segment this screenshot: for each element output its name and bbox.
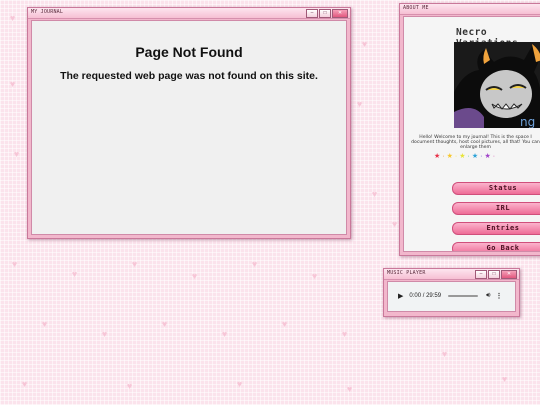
play-icon[interactable]: ▶	[398, 292, 403, 300]
about-content: Necro Variations ng Hello! Welcome to my…	[403, 16, 540, 252]
close-icon[interactable]: ✕	[501, 270, 517, 279]
time-display: 0:00 / 29:59	[409, 293, 442, 299]
audio-player: ▶ 0:00 / 29:59 🔊︎ ⋮	[387, 281, 516, 312]
avatar-image: ng	[454, 42, 540, 128]
window-title: MY JOURNAL	[31, 9, 64, 15]
about-window: ABOUT ME Necro Variations ng Hello! Welc…	[399, 3, 540, 256]
page-title: Page Not Found	[135, 44, 243, 60]
decorative-stars: ★·★·★·★·★·	[434, 153, 498, 160]
journal-window: MY JOURNAL – □ ✕ Page Not Found The requ…	[27, 7, 351, 239]
intro-text: Hello! Welcome to my journal! This is th…	[411, 135, 540, 150]
music-titlebar[interactable]: MUSIC PLAYER – □ ✕	[384, 269, 519, 280]
minimize-icon[interactable]: –	[306, 9, 318, 18]
nav-status-button[interactable]: Status	[452, 182, 540, 195]
journal-titlebar[interactable]: MY JOURNAL – □ ✕	[28, 8, 350, 19]
nav-irl-button[interactable]: IRL	[452, 202, 540, 215]
error-message: The requested web page was not found on …	[60, 70, 318, 82]
maximize-icon[interactable]: □	[319, 9, 331, 18]
seek-slider[interactable]	[448, 295, 479, 297]
minimize-icon[interactable]: –	[475, 270, 487, 279]
window-title: MUSIC PLAYER	[387, 270, 426, 276]
maximize-icon[interactable]: □	[488, 270, 500, 279]
nav-go-back-button[interactable]: Go Back	[452, 242, 540, 251]
window-title: ABOUT ME	[403, 5, 429, 11]
music-window: MUSIC PLAYER – □ ✕ ▶ 0:00 / 29:59 🔊︎ ⋮	[383, 268, 520, 317]
about-titlebar[interactable]: ABOUT ME	[400, 4, 540, 15]
close-icon[interactable]: ✕	[332, 9, 348, 18]
nav-entries-button[interactable]: Entries	[452, 222, 540, 235]
volume-icon[interactable]: 🔊︎	[486, 292, 490, 300]
journal-content: Page Not Found The requested web page wa…	[31, 20, 347, 235]
more-icon[interactable]: ⋮	[496, 292, 503, 300]
svg-text:ng: ng	[520, 115, 535, 128]
